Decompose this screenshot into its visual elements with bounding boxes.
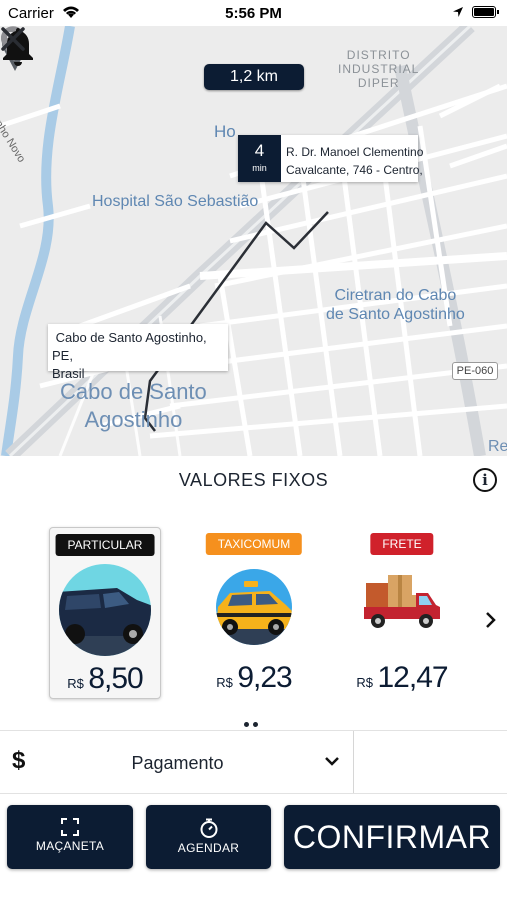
dollar-icon: $ — [12, 747, 26, 774]
eta-value: 4 — [254, 141, 265, 160]
schedule-button[interactable]: AGENDAR — [146, 805, 271, 869]
chevron-right-icon[interactable] — [484, 611, 496, 629]
divider — [353, 731, 354, 793]
map-label-ciretran: Ciretran do Cabo de Santo Agostinho — [326, 287, 465, 323]
vehicle-price: R$ 12,47 — [346, 661, 458, 695]
vehicle-card-frete[interactable]: FRETE R$ 12,47 — [346, 527, 458, 699]
destination-address: R. Dr. Manoel Clementino Cavalcante, 746 … — [286, 145, 424, 177]
vehicle-badge: FRETE — [370, 533, 434, 555]
expand-icon — [61, 818, 79, 836]
price-value: 8,50 — [88, 662, 143, 695]
map-label-re: Re — [488, 438, 507, 455]
price-currency: R$ — [216, 675, 233, 690]
payment-label: Pagamento — [131, 753, 224, 773]
battery-icon — [472, 6, 499, 18]
vehicle-price: R$ 9,23 — [198, 661, 310, 695]
price-currency: R$ — [356, 675, 374, 690]
section-title: VALORES FIXOS — [178, 470, 329, 490]
destination-callout[interactable]: 4 min R. Dr. Manoel Clementino Cavalcante… — [238, 135, 423, 182]
handle-label: MAÇANETA — [35, 839, 105, 853]
distance-badge: 1,2 km — [204, 64, 304, 90]
price-value: 9,23 — [237, 661, 292, 694]
vehicle-price: R$ 8,50 — [50, 662, 160, 696]
page-indicator — [244, 714, 262, 732]
truck-icon — [364, 575, 440, 628]
stopwatch-icon — [200, 818, 217, 838]
close-icon[interactable] — [0, 26, 26, 52]
vehicle-card-taxicomum[interactable]: TAXICOMUM R$ 9,23 — [198, 527, 310, 699]
highway-shield: PE-060 — [452, 362, 498, 380]
eta-badge: 4 min — [238, 135, 281, 182]
clock: 5:56 PM — [225, 5, 282, 22]
map-label-hospital: Hospital São Sebastião — [92, 193, 259, 210]
price-currency: R$ — [67, 676, 84, 691]
price-value: 12,47 — [377, 661, 449, 694]
map-view[interactable]: DISTRITO INDUSTRIAL DIPER Ho Hospital São … — [0, 26, 507, 456]
location-arrow-icon — [453, 7, 463, 17]
map-label-district: DISTRITO INDUSTRIAL DIPER — [338, 48, 420, 90]
handle-button[interactable]: MAÇANETA — [7, 805, 133, 869]
map-label-city: Cabo de Santo Agostinho — [60, 379, 207, 432]
fare-header: VALORES FIXOS i — [0, 456, 507, 505]
map-label-ho: Ho — [214, 122, 236, 141]
taxi-icon — [216, 569, 292, 645]
car-icon — [59, 564, 151, 656]
schedule-label: AGENDAR — [177, 841, 240, 855]
vehicle-badge: PARTICULAR — [55, 534, 155, 556]
confirm-label: CONFIRMAR — [292, 819, 492, 855]
confirm-button[interactable]: CONFIRMAR — [284, 805, 500, 869]
info-icon[interactable]: i — [473, 468, 497, 492]
eta-unit: min — [252, 163, 267, 173]
origin-callout[interactable]: Cabo de Santo Agostinho, PE, Brasil — [48, 324, 228, 381]
chevron-down-icon[interactable] — [324, 755, 340, 767]
vehicle-selector: PARTICULAR R$ 8,50 TAXICOMUM R$ 9,23 FRE… — [0, 504, 507, 731]
payment-selector[interactable]: $ Pagamento — [0, 731, 507, 794]
vehicle-card-particular[interactable]: PARTICULAR R$ 8,50 — [49, 527, 161, 699]
status-bar: Carrier 5:56 PM — [0, 0, 507, 26]
vehicle-badge: TAXICOMUM — [205, 533, 303, 555]
